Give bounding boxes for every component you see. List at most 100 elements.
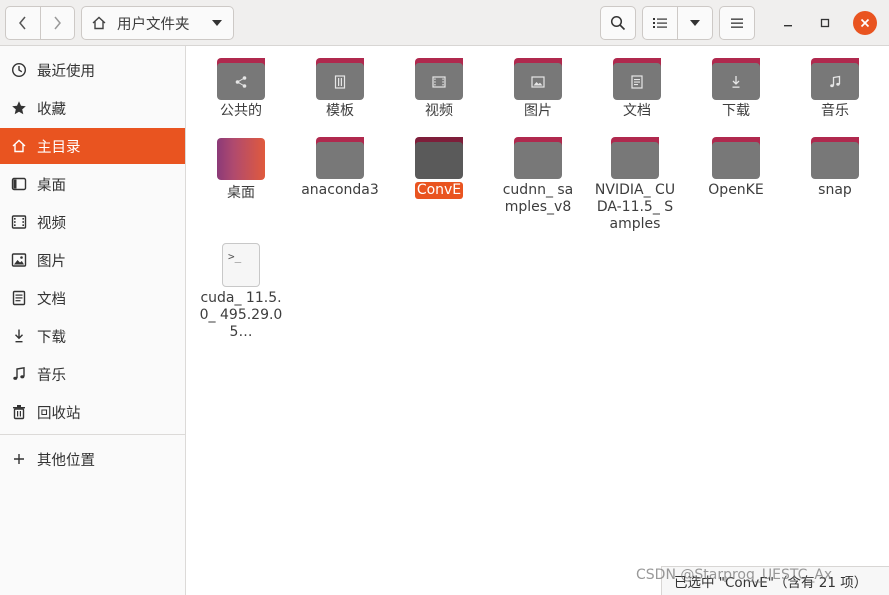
- folder-icon: [217, 56, 265, 100]
- sidebar-item-label: 其他位置: [37, 452, 95, 469]
- document-icon: [631, 75, 643, 89]
- file-name: 视频: [425, 103, 453, 119]
- file-name: 模板: [326, 103, 354, 119]
- folder-music[interactable]: 音乐: [785, 56, 885, 120]
- folder-nvidia-cuda-samples[interactable]: NVIDIA_ CUDA-11.5_ Samples: [585, 135, 685, 233]
- back-button[interactable]: [6, 7, 40, 39]
- file-name: cudnn_ samples_v8: [502, 182, 574, 215]
- folder-desktop[interactable]: 桌面: [191, 138, 291, 202]
- sidebar-item-desktop[interactable]: 桌面: [0, 166, 185, 202]
- file-name: 桌面: [227, 185, 255, 201]
- sidebar-item-label: 下载: [37, 329, 66, 346]
- sidebar-item-starred[interactable]: 收藏: [0, 90, 185, 126]
- folder-public[interactable]: 公共的: [191, 56, 291, 120]
- terminal-icon: >_: [222, 243, 260, 287]
- file-name: anaconda3: [301, 182, 379, 198]
- sidebar-item-music[interactable]: 音乐: [0, 356, 185, 392]
- sidebar-item-label: 回收站: [37, 405, 81, 422]
- list-view-button[interactable]: [643, 7, 677, 39]
- sidebar-item-label: 文档: [37, 291, 66, 308]
- file-name: 公共的: [220, 103, 262, 119]
- clock-icon: [11, 62, 27, 78]
- folder-icon: [514, 135, 562, 179]
- sidebar-item-trash[interactable]: 回收站: [0, 394, 185, 430]
- desktop-icon: [11, 177, 27, 191]
- sidebar-item-other-locations[interactable]: 其他位置: [0, 441, 185, 477]
- desktop-folder-icon: [217, 138, 265, 182]
- plus-icon: [14, 454, 24, 464]
- chevron-left-icon: [18, 16, 26, 30]
- sidebar-item-label: 主目录: [37, 139, 81, 156]
- folder-icon: [316, 135, 364, 179]
- file-cuda-installer[interactable]: >_ cuda_ 11.5.0_ 495.29.05…: [191, 243, 291, 341]
- download-icon: [732, 76, 740, 88]
- sidebar-item-downloads[interactable]: 下载: [0, 318, 185, 354]
- maximize-button[interactable]: [813, 11, 837, 35]
- download-icon: [15, 329, 23, 343]
- folder-icon: [712, 135, 760, 179]
- picture-icon: [11, 253, 27, 267]
- document-icon: [12, 290, 26, 306]
- file-name: cuda_ 11.5.0_ 495.29.05…: [199, 290, 283, 340]
- path-label: 用户文件夹: [117, 16, 190, 33]
- sidebar-item-recent[interactable]: 最近使用: [0, 52, 185, 88]
- hamburger-menu-icon: [731, 18, 743, 28]
- star-icon: [12, 101, 26, 115]
- video-icon: [432, 76, 446, 88]
- sidebar-divider: [0, 434, 185, 435]
- music-icon: [13, 366, 25, 380]
- sidebar: 最近使用 收藏 主目录 桌面 视频 图片 文档 下载 音乐 回收站 其他位置: [0, 46, 186, 595]
- sidebar-item-label: 桌面: [37, 177, 66, 194]
- video-icon: [11, 215, 27, 229]
- folder-openke[interactable]: OpenKE: [686, 135, 786, 199]
- sidebar-item-pictures[interactable]: 图片: [0, 242, 185, 278]
- folder-icon: [514, 56, 562, 100]
- folder-conve[interactable]: ConvE: [389, 135, 489, 199]
- close-icon: [860, 18, 870, 28]
- folder-icon: [811, 135, 859, 179]
- folder-templates[interactable]: 模板: [290, 56, 390, 120]
- folder-documents[interactable]: 文档: [587, 56, 687, 120]
- close-button[interactable]: [853, 11, 877, 35]
- sidebar-item-documents[interactable]: 文档: [0, 280, 185, 316]
- folder-icon: [415, 56, 463, 100]
- share-icon: [235, 76, 247, 88]
- home-icon: [12, 139, 26, 153]
- file-name: 音乐: [821, 103, 849, 119]
- minimize-icon: [784, 25, 792, 27]
- folder-icon: [611, 135, 659, 179]
- watermark: CSDN @Starprog_UESTC_Ax: [636, 567, 833, 583]
- home-icon: [92, 16, 106, 30]
- sidebar-item-home[interactable]: 主目录: [0, 128, 185, 164]
- folder-cudnn-samples[interactable]: cudnn_ samples_v8: [488, 135, 588, 216]
- sidebar-item-label: 图片: [37, 253, 66, 270]
- caret-down-icon: [690, 20, 700, 26]
- file-name: snap: [818, 182, 852, 198]
- file-grid: 公共的 模板 视频 图片 文档 下载 音乐 桌面 anaconda3 ConvE…: [186, 46, 889, 595]
- sidebar-item-label: 最近使用: [37, 63, 95, 80]
- folder-icon: [613, 56, 661, 100]
- file-name: 图片: [524, 103, 552, 119]
- music-icon: [830, 75, 841, 88]
- file-name: ConvE: [414, 182, 464, 199]
- folder-downloads[interactable]: 下载: [686, 56, 786, 120]
- folder-icon: [415, 135, 463, 179]
- script-file-icon: >_: [217, 243, 265, 287]
- main-menu-button[interactable]: [719, 6, 755, 40]
- folder-pictures[interactable]: 图片: [488, 56, 588, 120]
- forward-button[interactable]: [39, 7, 75, 39]
- trash-icon: [13, 405, 25, 420]
- path-bar-button[interactable]: 用户文件夹: [81, 6, 234, 40]
- folder-anaconda3[interactable]: anaconda3: [290, 135, 390, 199]
- file-name: OpenKE: [708, 182, 764, 198]
- folder-snap[interactable]: snap: [785, 135, 885, 199]
- sidebar-item-label: 收藏: [37, 101, 66, 118]
- folder-icon: [811, 56, 859, 100]
- caret-down-icon: [212, 20, 222, 26]
- minimize-button[interactable]: [776, 11, 800, 35]
- sidebar-item-videos[interactable]: 视频: [0, 204, 185, 240]
- view-options-button[interactable]: [677, 7, 712, 39]
- sidebar-item-label: 视频: [37, 215, 66, 232]
- folder-videos[interactable]: 视频: [389, 56, 489, 120]
- search-button[interactable]: [600, 6, 636, 40]
